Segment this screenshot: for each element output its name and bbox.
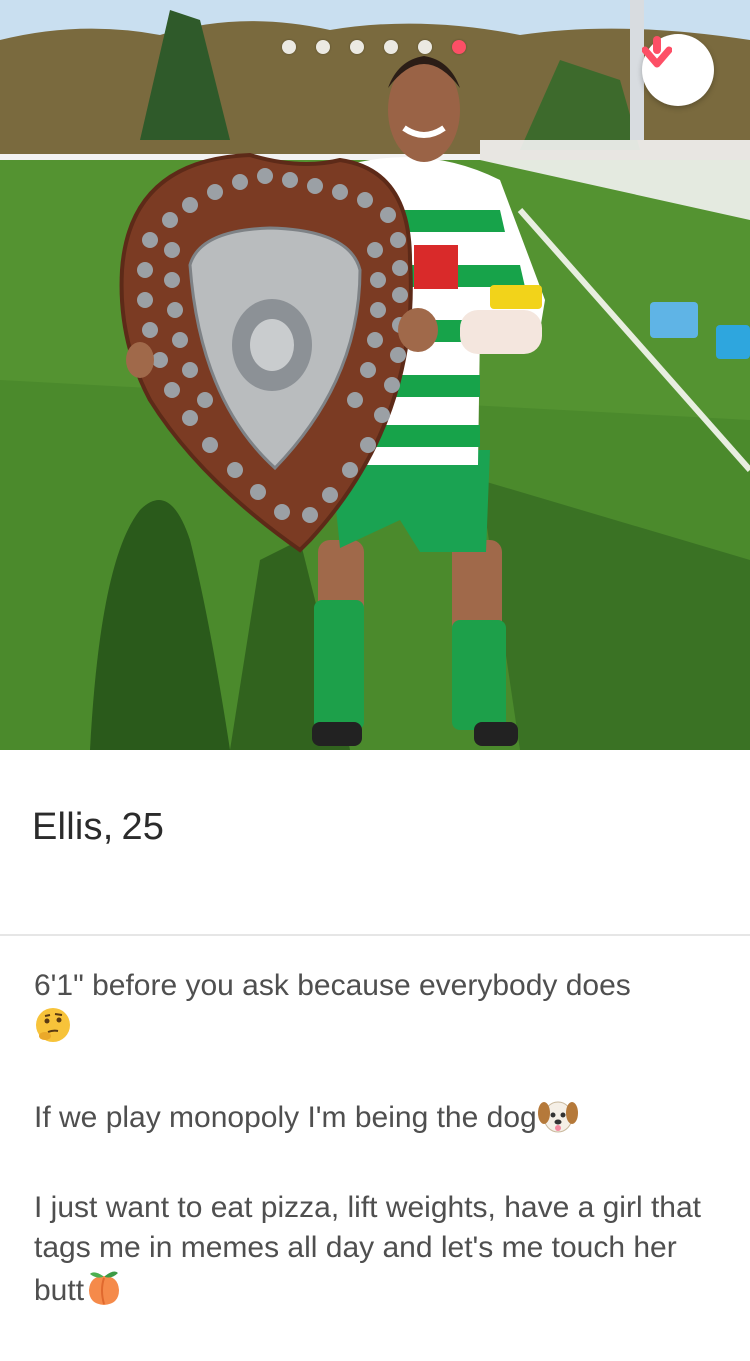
profile-name-age: Ellis, 25: [32, 806, 164, 849]
dog-face-icon: [537, 1097, 579, 1146]
profile-age: 25: [121, 806, 165, 848]
collapse-profile-button[interactable]: [642, 34, 714, 106]
profile-bio: 6'1" before you ask because everybody do…: [34, 966, 724, 1361]
photo-dot[interactable]: [316, 40, 330, 54]
photo-dot-active[interactable]: [452, 40, 466, 54]
bio-line-1: 6'1" before you ask because everybody do…: [34, 969, 631, 1002]
bio-paragraph: If we play monopoly I'm being the dog: [34, 1097, 724, 1146]
thinking-face-icon: [34, 1006, 72, 1055]
profile-name: Ellis: [32, 806, 103, 848]
photo-dot[interactable]: [282, 40, 296, 54]
photo-dot[interactable]: [350, 40, 364, 54]
profile-photo[interactable]: [0, 0, 750, 750]
bio-line-2: If we play monopoly I'm being the dog: [34, 1101, 537, 1134]
photo-pagination: [282, 40, 466, 54]
bio-paragraph: I just want to eat pizza, lift weights, …: [34, 1188, 724, 1319]
arrow-down-icon: [642, 36, 672, 68]
photo-illustration: [0, 0, 750, 750]
bio-line-3: I just want to eat pizza, lift weights, …: [34, 1191, 702, 1307]
section-divider: [0, 934, 750, 936]
photo-dot[interactable]: [418, 40, 432, 54]
photo-dot[interactable]: [384, 40, 398, 54]
peach-icon: [84, 1268, 124, 1319]
name-age-separator: ,: [102, 806, 114, 848]
bio-paragraph: 6'1" before you ask because everybody do…: [34, 966, 724, 1055]
